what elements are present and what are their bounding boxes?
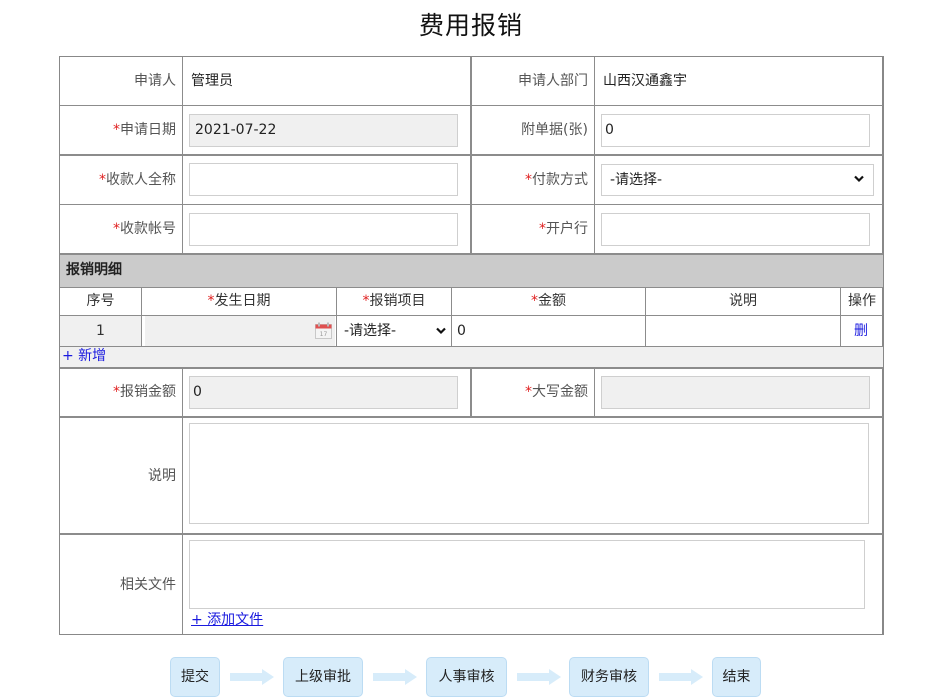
col-header-note: 说明 xyxy=(729,293,757,309)
applicant-label: 申请人 xyxy=(134,73,176,89)
col-header-index: 序号 xyxy=(86,293,115,309)
col-header-item: *报销项目 xyxy=(362,293,426,309)
row-item-select[interactable]: -请选择- xyxy=(338,316,451,346)
col-header-amount: *金额 xyxy=(531,293,566,309)
row-item-selected: -请选择- xyxy=(344,323,397,339)
department-label: 申请人部门 xyxy=(518,73,588,89)
applicant-value: 管理员 xyxy=(191,73,233,89)
apply-date-field[interactable]: 2021-07-22 xyxy=(189,114,458,147)
add-row-link[interactable]: + 新增 xyxy=(62,346,106,366)
amount-upper-label: *大写金额 xyxy=(525,384,588,400)
col-divider xyxy=(182,368,183,634)
attachments-field[interactable]: 0 xyxy=(601,114,870,147)
chevron-down-icon xyxy=(854,175,864,183)
col-divider xyxy=(594,368,595,417)
row-note-field[interactable] xyxy=(646,316,840,346)
row-index: 1 xyxy=(96,323,105,339)
svg-text:17: 17 xyxy=(320,331,328,338)
amount-upper-field[interactable] xyxy=(601,376,870,409)
payment-method-select[interactable]: -请选择- xyxy=(601,164,874,196)
bank-label: *开户行 xyxy=(539,221,588,237)
col-divider xyxy=(182,57,183,254)
apply-date-label: *申请日期 xyxy=(113,122,176,138)
workflow-step-manager-approval: 上级审批 xyxy=(283,657,363,697)
col-header-date: *发生日期 xyxy=(207,293,271,309)
workflow-step-submit: 提交 xyxy=(170,657,220,697)
payment-method-selected: -请选择- xyxy=(610,172,663,188)
account-no-label: *收款帐号 xyxy=(113,221,176,237)
details-section-header: 报销明细 xyxy=(60,255,883,287)
arrow-right-icon xyxy=(230,669,274,685)
row-date-field[interactable]: 17 xyxy=(145,316,335,346)
row-divider xyxy=(60,533,883,535)
workflow-step-hr-review: 人事审核 xyxy=(426,657,507,697)
arrow-right-icon xyxy=(517,669,561,685)
row-amount-field[interactable]: 0 xyxy=(457,321,466,341)
col-divider xyxy=(470,57,472,254)
files-box xyxy=(189,540,865,609)
col-divider xyxy=(594,57,595,254)
payee-name-label: *收款人全称 xyxy=(99,172,176,188)
arrow-right-icon xyxy=(373,669,417,685)
col-divider xyxy=(470,368,472,417)
description-label: 说明 xyxy=(148,468,176,484)
calendar-icon[interactable]: 17 xyxy=(315,322,332,339)
files-label: 相关文件 xyxy=(120,577,176,593)
bank-field[interactable] xyxy=(601,213,870,246)
delete-row-link[interactable]: 删 xyxy=(841,318,881,344)
add-file-link[interactable]: + 添加文件 xyxy=(191,610,263,630)
total-amount-label: *报销金额 xyxy=(113,384,176,400)
workflow-step-end: 结束 xyxy=(712,657,761,697)
workflow-step-finance-review: 财务审核 xyxy=(569,657,649,697)
chevron-down-icon xyxy=(436,327,446,335)
col-header-action: 操作 xyxy=(848,293,876,309)
description-textarea[interactable] xyxy=(189,423,869,524)
attachments-label: 附单据(张) xyxy=(521,122,588,138)
department-value: 山西汉通鑫宇 xyxy=(603,73,687,89)
payee-name-field[interactable] xyxy=(189,163,458,196)
page-title: 费用报销 xyxy=(418,11,523,40)
add-row-bar xyxy=(60,347,883,367)
account-no-field[interactable] xyxy=(189,213,458,246)
arrow-right-icon xyxy=(659,669,703,685)
total-amount-field[interactable]: 0 xyxy=(189,376,458,409)
payment-method-label: *付款方式 xyxy=(525,172,588,188)
